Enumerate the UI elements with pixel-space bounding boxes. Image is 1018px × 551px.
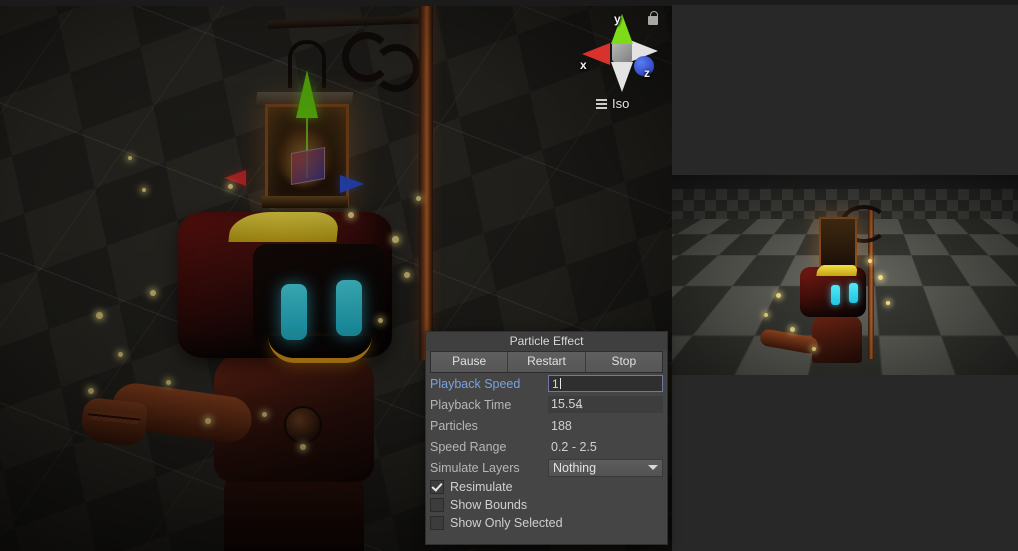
playback-time-label: Playback Time bbox=[430, 397, 512, 412]
nav-gizmo-negative-y-cone[interactable] bbox=[611, 62, 633, 92]
simulate-layers-row: Simulate Layers Nothing bbox=[426, 457, 667, 478]
particle-spark bbox=[404, 272, 410, 278]
particle-effect-panel-title: Particle Effect bbox=[426, 332, 667, 351]
text-caret bbox=[559, 378, 561, 389]
robot-mouth bbox=[268, 336, 372, 363]
particle-spark bbox=[142, 188, 146, 192]
particle-spark bbox=[128, 156, 132, 160]
show-bounds-label: Show Bounds bbox=[450, 498, 528, 512]
particles-label: Particles bbox=[430, 418, 478, 433]
unity-editor-window: x y z Iso Particle Effect Pause Restart … bbox=[0, 0, 1018, 551]
robot-chest-dial bbox=[284, 406, 322, 444]
lantern-base bbox=[262, 196, 348, 208]
particles-value: 188 bbox=[551, 418, 572, 433]
show-only-selected-row[interactable]: Show Only Selected bbox=[426, 514, 667, 532]
particle-spark bbox=[88, 388, 94, 394]
nav-gizmo-center-cube[interactable] bbox=[612, 42, 632, 62]
particles-row: Particles 188 bbox=[426, 415, 667, 436]
particle-spark bbox=[96, 312, 103, 319]
playback-speed-value: 1 bbox=[552, 377, 559, 391]
nav-gizmo-y-label: y bbox=[614, 12, 621, 26]
particle-playback-button-group: Pause Restart Stop bbox=[430, 351, 663, 373]
playback-speed-row: Playback Speed 1 bbox=[426, 373, 667, 394]
show-bounds-checkbox[interactable] bbox=[430, 498, 444, 512]
resimulate-row[interactable]: Resimulate bbox=[426, 478, 667, 496]
hamburger-icon bbox=[596, 98, 607, 109]
particle-spark bbox=[300, 444, 306, 450]
lower-empty-panel bbox=[672, 375, 1018, 551]
transform-gizmo-center-cube[interactable] bbox=[291, 147, 325, 185]
nav-gizmo-x-label: x bbox=[580, 58, 587, 72]
nav-gizmo-z-label: z bbox=[644, 66, 650, 80]
show-only-selected-checkbox[interactable] bbox=[430, 516, 444, 530]
speed-range-row: Speed Range 0.2 - 2.5 bbox=[426, 436, 667, 457]
lamp-post bbox=[419, 0, 433, 360]
lamp-scroll-ornament bbox=[338, 22, 426, 94]
particle-spark bbox=[416, 196, 421, 201]
particle-spark bbox=[228, 184, 233, 189]
right-panel-column bbox=[672, 0, 1018, 551]
stop-button[interactable]: Stop bbox=[585, 352, 662, 372]
particle-spark bbox=[262, 412, 267, 417]
transform-gizmo-z-arrow[interactable] bbox=[340, 175, 364, 193]
transform-gizmo-y-arrow[interactable] bbox=[296, 70, 318, 118]
robot-eye-right bbox=[336, 280, 362, 336]
scene-projection-toggle[interactable]: Iso bbox=[596, 96, 629, 111]
drag-resize-cursor-icon: ↔ bbox=[574, 400, 585, 412]
speed-range-label: Speed Range bbox=[430, 439, 507, 454]
simulate-layers-value: Nothing bbox=[553, 460, 597, 475]
game-view[interactable] bbox=[672, 175, 1018, 375]
upper-empty-panel bbox=[672, 5, 1018, 175]
particle-spark bbox=[378, 318, 383, 323]
particle-spark bbox=[205, 418, 211, 424]
restart-button[interactable]: Restart bbox=[508, 352, 586, 372]
right-panel-top-strip bbox=[672, 0, 1018, 5]
resimulate-checkbox[interactable] bbox=[430, 480, 444, 494]
simulate-layers-label: Simulate Layers bbox=[430, 460, 520, 475]
particle-spark bbox=[348, 212, 354, 218]
scene-view-top-strip bbox=[0, 0, 672, 6]
simulate-layers-dropdown[interactable]: Nothing bbox=[548, 458, 663, 477]
resimulate-label: Resimulate bbox=[450, 480, 513, 494]
playback-time-input[interactable]: 15.54 ↔ bbox=[548, 396, 663, 413]
particle-spark bbox=[166, 380, 171, 385]
particle-effect-panel[interactable]: Particle Effect Pause Restart Stop Playb… bbox=[425, 331, 668, 545]
speed-range-value: 0.2 - 2.5 bbox=[551, 439, 597, 454]
transform-gizmo-x-arrow[interactable] bbox=[224, 170, 246, 186]
playback-time-row: Playback Time 15.54 ↔ bbox=[426, 394, 667, 415]
playback-speed-label: Playback Speed bbox=[430, 376, 521, 391]
show-only-selected-label: Show Only Selected bbox=[450, 516, 563, 530]
pause-button[interactable]: Pause bbox=[431, 352, 509, 372]
particle-spark bbox=[150, 290, 156, 296]
chevron-down-icon bbox=[648, 465, 658, 470]
projection-label: Iso bbox=[612, 96, 630, 111]
particle-spark bbox=[118, 352, 123, 357]
game-view-vignette bbox=[672, 175, 1018, 375]
particle-spark bbox=[392, 236, 399, 243]
show-bounds-row[interactable]: Show Bounds bbox=[426, 496, 667, 514]
robot-head-crest bbox=[228, 212, 340, 242]
robot-eye-left bbox=[281, 284, 307, 340]
playback-speed-input[interactable]: 1 bbox=[548, 375, 663, 392]
robot-legs bbox=[224, 470, 364, 551]
scene-navigation-gizmo[interactable]: x y z bbox=[578, 10, 664, 96]
lock-icon[interactable] bbox=[648, 11, 658, 25]
